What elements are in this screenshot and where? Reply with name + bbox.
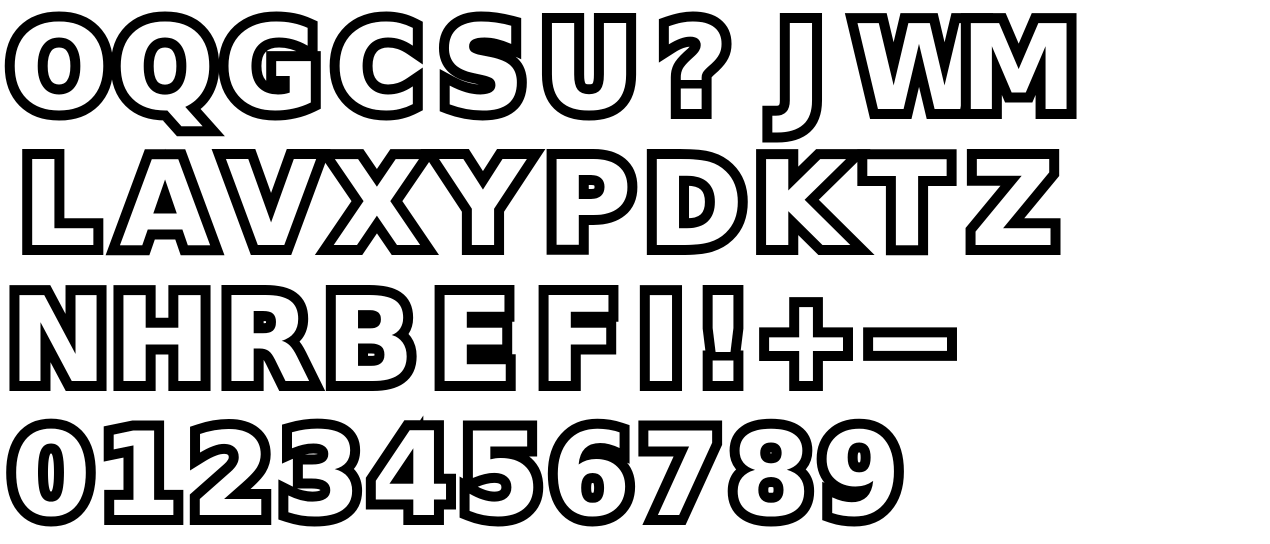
glyph: B: [315, 271, 425, 409]
glyph: 8: [721, 408, 822, 544]
glyph: R: [211, 271, 322, 409]
glyph: X: [322, 135, 433, 273]
glyph: D: [636, 135, 754, 273]
glyph: E: [424, 271, 525, 409]
glyph: 2: [181, 408, 282, 544]
glyph-row-4: 0 1 2 3 4 5 6 7 8 9: [1, 408, 912, 544]
glyph: G: [213, 0, 330, 137]
glyph: Y: [430, 135, 535, 273]
glyph: S: [431, 0, 536, 137]
glyph: ?: [651, 0, 739, 137]
glyph: Q: [105, 0, 225, 137]
glyph: T: [857, 135, 958, 273]
glyph: O: [0, 0, 119, 137]
glyph: W: [844, 0, 994, 137]
glyph: 5: [451, 408, 552, 544]
glyph: C: [324, 0, 431, 137]
glyph: F: [528, 271, 629, 409]
glyph: L: [11, 135, 106, 273]
glyph: 4: [361, 408, 462, 544]
glyph: A: [109, 135, 220, 273]
glyph: Z: [960, 135, 1066, 273]
glyph: P: [536, 135, 642, 273]
glyph: +: [747, 271, 866, 409]
glyph: M: [950, 0, 1087, 137]
glyph-row-1: O Q G C S U ? J W M: [0, 0, 1087, 137]
glyph: 3: [271, 408, 372, 544]
glyph: 1: [91, 408, 192, 544]
glyph: !: [686, 271, 760, 409]
glyph: I: [629, 271, 693, 409]
glyph-sheet: O Q G C S U ? J W M L A V X Y P D K T Z …: [0, 0, 1270, 544]
glyph: 7: [631, 408, 732, 544]
glyph: 6: [541, 408, 642, 544]
glyph-row-3: N H R B E F I ! + −: [0, 271, 970, 409]
glyph: 0: [1, 408, 102, 544]
glyph: K: [745, 135, 856, 273]
glyph: H: [103, 271, 222, 409]
glyph: U: [531, 0, 647, 137]
glyph: 9: [811, 408, 912, 544]
glyph: V: [215, 135, 326, 273]
glyph: −: [851, 271, 970, 409]
glyph: J: [769, 0, 833, 137]
glyph: N: [0, 271, 117, 409]
glyph-row-2: L A V X Y P D K T Z: [6, 135, 1066, 273]
